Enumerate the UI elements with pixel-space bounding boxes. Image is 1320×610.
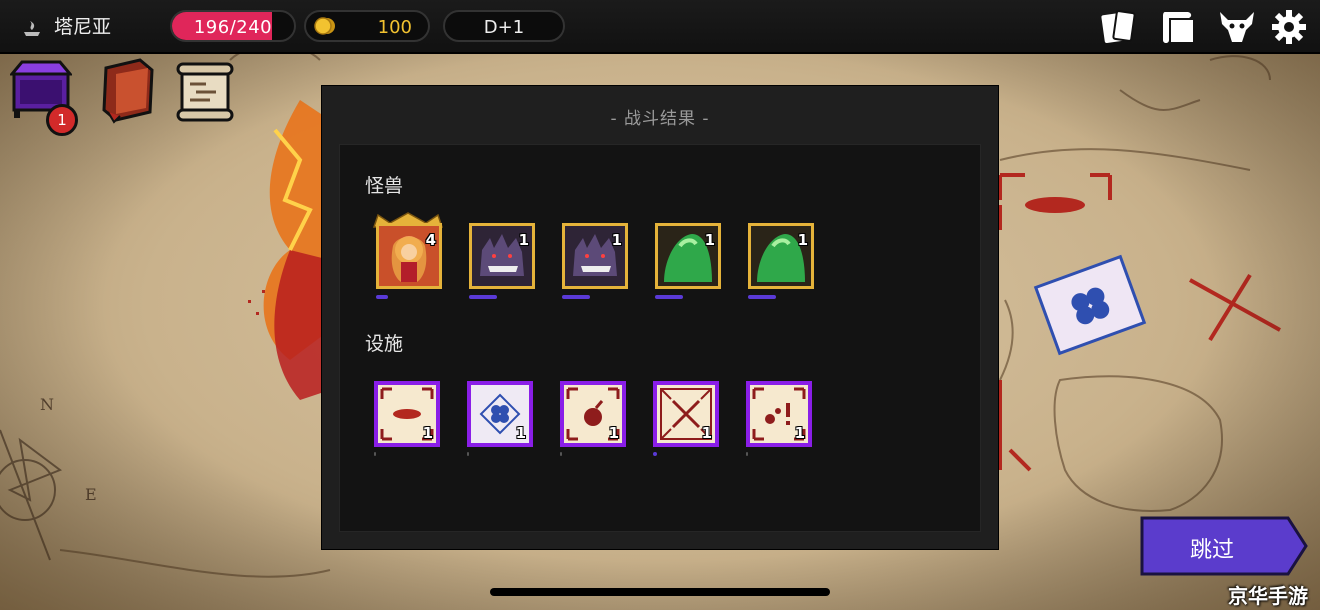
monster-count: 4 <box>425 231 436 249</box>
facility-card[interactable]: 1 <box>653 381 719 447</box>
monster-card[interactable]: 1 <box>655 223 721 289</box>
result-content: 怪兽 4 1 1 1 1 设施 1 1 1 1 1 <box>339 144 981 532</box>
monster-exp-bar <box>748 295 776 299</box>
skip-button[interactable]: 跳过 <box>1140 516 1308 576</box>
monster-count: 1 <box>797 231 808 249</box>
region-name: 塔尼亚 <box>54 16 112 38</box>
facility-count: 1 <box>794 424 805 442</box>
home-indicator[interactable] <box>490 588 830 596</box>
facility-exp-bar <box>653 452 657 456</box>
monster-card[interactable]: 1 <box>469 223 535 289</box>
spellbook-icon[interactable] <box>100 58 156 124</box>
monster-count: 1 <box>518 231 529 249</box>
day-text: D+1 <box>483 17 525 38</box>
facility-card[interactable]: 1 <box>560 381 626 447</box>
monster-count: 1 <box>704 231 715 249</box>
gear-icon[interactable] <box>1270 8 1308 46</box>
monster-count: 1 <box>611 231 622 249</box>
facility-card[interactable]: 1 <box>746 381 812 447</box>
battle-result-panel: - 战斗结果 - 怪兽 4 1 1 1 1 设施 1 1 1 1 1 <box>321 85 999 550</box>
watermark-text: 京华手游 <box>1228 584 1308 608</box>
facility-exp-bar <box>560 452 562 456</box>
cards-icon[interactable] <box>1099 8 1137 46</box>
facility-count: 1 <box>515 424 526 442</box>
facility-count: 1 <box>701 424 712 442</box>
monster-card[interactable]: 1 <box>562 223 628 289</box>
facility-exp-bar <box>467 452 469 456</box>
gold-amount: 100 <box>377 17 412 38</box>
chest-count-badge: 1 <box>46 104 78 136</box>
facilities-section-label: 设施 <box>365 333 404 355</box>
monster-exp-bar <box>376 295 388 299</box>
monster-card[interactable]: 1 <box>748 223 814 289</box>
monster-exp-bar <box>655 295 683 299</box>
skip-label: 跳过 <box>1189 538 1234 563</box>
day-counter: D+1 <box>443 10 565 42</box>
map-scroll-icon[interactable] <box>176 62 234 122</box>
top-status-bar: 塔尼亚 196/240 100 D+1 <box>0 0 1320 54</box>
facility-card[interactable]: 1 <box>374 381 440 447</box>
location-smoke-icon <box>24 20 40 36</box>
gold-counter: 100 <box>304 10 430 42</box>
monsters-section-label: 怪兽 <box>365 175 404 197</box>
panel-title: - 战斗结果 - <box>610 109 710 129</box>
facility-card[interactable]: 1 <box>467 381 533 447</box>
hp-bar: 196/240 <box>170 10 296 42</box>
monster-exp-bar <box>562 295 590 299</box>
scroll-book-icon[interactable] <box>1159 8 1197 46</box>
monster-exp-bar <box>469 295 497 299</box>
demon-mask-icon[interactable] <box>1218 8 1256 46</box>
coin-stack-icon <box>314 17 335 35</box>
hp-text: 196/240 <box>193 17 273 38</box>
facility-count: 1 <box>608 424 619 442</box>
facility-count: 1 <box>422 424 433 442</box>
facility-exp-bar <box>746 452 748 456</box>
facility-exp-bar <box>374 452 376 456</box>
monster-card[interactable]: 4 <box>376 223 442 289</box>
region-indicator: 塔尼亚 <box>20 12 111 39</box>
